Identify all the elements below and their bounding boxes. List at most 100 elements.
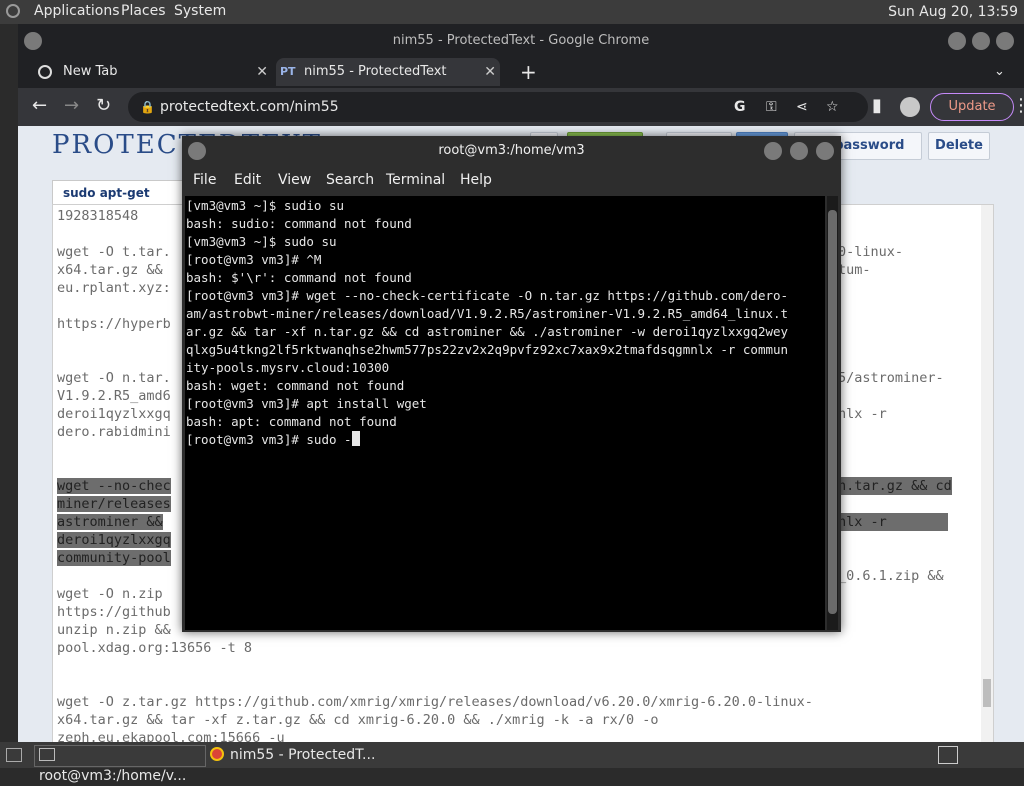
close-tab-icon[interactable]: ✕ xyxy=(484,58,496,86)
tab-label: nim55 - ProtectedText xyxy=(304,64,447,79)
menu-search[interactable]: Search xyxy=(326,172,374,188)
terminal-output[interactable]: [vm3@vm3 ~]$ sudio su bash: sudio: comma… xyxy=(185,196,825,630)
doc-line: x64.tar.gz && tar -xf z.tar.gz && cd xmr… xyxy=(57,712,659,728)
doc-line: https://github xyxy=(57,604,171,620)
terminal-cursor xyxy=(351,431,360,446)
doc-fragment: 5/astrominer- xyxy=(838,370,944,386)
doc-line: unzip n.zip && xyxy=(57,622,171,638)
chrome-icon xyxy=(210,747,224,761)
menu-help[interactable]: Help xyxy=(460,172,492,188)
forward-arrow-icon[interactable]: → xyxy=(64,95,79,116)
tab-label: New Tab xyxy=(63,64,118,79)
terminal-line: bash: $'\r': command not found xyxy=(186,270,412,285)
doc-fragment: _0.6.1.zip && xyxy=(838,568,944,584)
document-scroll-thumb[interactable] xyxy=(983,679,991,707)
minimize-icon[interactable] xyxy=(764,142,782,160)
doc-right-fragments: 0-linux- tum- 5/astrominer- nlx -r n.tar… xyxy=(838,243,952,585)
minimize-icon[interactable] xyxy=(948,32,966,50)
document-scrollbar[interactable] xyxy=(981,205,993,742)
tab-new-tab[interactable]: New Tab ✕ xyxy=(38,58,268,86)
chrome-icon xyxy=(38,65,52,79)
applications-menu[interactable]: Applications xyxy=(34,3,120,19)
close-window-icon[interactable] xyxy=(996,32,1014,50)
key-icon[interactable]: ⚿ xyxy=(766,92,777,122)
terminal-text[interactable]: [vm3@vm3 ~]$ sudio su bash: sudio: comma… xyxy=(185,196,825,449)
doc-line: https://hyperb xyxy=(57,316,171,332)
workspace-switcher-icon[interactable] xyxy=(938,746,958,764)
places-menu[interactable]: Places xyxy=(121,3,166,19)
doc-fragment: tum- xyxy=(838,262,871,278)
new-tab-plus-icon[interactable]: + xyxy=(520,58,537,86)
doc-fragment: 0-linux- xyxy=(838,244,904,260)
taskbar: root@vm3:/home/v... nim55 - ProtectedT..… xyxy=(0,742,1024,784)
terminal-prompt[interactable]: [root@vm3 vm3]# sudo - xyxy=(186,432,352,447)
profile-avatar-icon[interactable] xyxy=(900,97,920,117)
terminal-line: bash: apt: command not found xyxy=(186,414,397,429)
maximize-icon[interactable] xyxy=(972,32,990,50)
terminal-window: root@vm3:/home/vm3 File Edit View Search… xyxy=(182,136,841,632)
bookmark-star-icon[interactable]: ☆ xyxy=(826,92,839,122)
terminal-line: ar.gz && tar -xf n.tar.gz && cd astromin… xyxy=(186,324,789,339)
close-tab-icon[interactable]: ✕ xyxy=(256,58,268,86)
terminal-scroll-thumb[interactable] xyxy=(828,210,837,614)
url-text[interactable]: protectedtext.com/nim55 xyxy=(160,92,339,122)
more-menu-icon[interactable]: ⋮ xyxy=(1012,95,1024,116)
terminal-line: bash: wget: command not found xyxy=(186,378,405,393)
side-panel-icon[interactable]: ▮ xyxy=(872,95,882,116)
doc-fragment: nlx -r xyxy=(838,406,887,422)
menu-terminal[interactable]: Terminal xyxy=(386,172,445,188)
doc-line: community-pool xyxy=(57,550,171,566)
terminal-icon xyxy=(39,748,55,761)
doc-line: x64.tar.gz && xyxy=(57,262,163,278)
tab-search-chevron-icon[interactable]: ⌄ xyxy=(994,58,1005,86)
doc-line: zeph.eu.ekapool.com:15666 -u xyxy=(57,730,285,742)
task-chrome[interactable]: nim55 - ProtectedT... xyxy=(206,745,380,765)
lock-icon[interactable]: 🔒 xyxy=(140,92,155,122)
terminal-line: [vm3@vm3 ~]$ sudo su xyxy=(186,234,337,249)
doc-line: wget --no-chec xyxy=(57,478,171,494)
tab-protectedtext[interactable]: PT nim55 - ProtectedText ✕ xyxy=(276,58,500,86)
doc-line: deroi1qyzlxxgq xyxy=(57,532,171,548)
reload-icon[interactable]: ↻ xyxy=(96,95,111,116)
delete-button[interactable]: Delete xyxy=(928,132,990,160)
doc-line: wget -O z.tar.gz https://github.com/xmri… xyxy=(57,694,813,710)
task-terminal[interactable]: root@vm3:/home/v... xyxy=(34,745,206,784)
address-bar[interactable]: 🔒 protectedtext.com/nim55 G ⚿ ⋖ ☆ xyxy=(128,92,868,122)
terminal-line: qlxg5u4tkng2lf5rktwanqhse2hwm577ps22zv2x… xyxy=(186,342,789,357)
google-icon[interactable]: G xyxy=(734,92,746,122)
menu-file[interactable]: File xyxy=(193,172,216,188)
system-menu[interactable]: System xyxy=(174,3,226,19)
protectedtext-favicon-icon: PT xyxy=(280,65,296,78)
doc-line: miner/releases xyxy=(57,496,171,512)
terminal-line: [root@vm3 vm3]# apt install wget xyxy=(186,396,427,411)
doc-line: wget -O t.tar. xyxy=(57,244,171,260)
terminal-menubar: File Edit View Search Terminal Help xyxy=(182,168,841,194)
terminal-line: [root@vm3 vm3]# wget --no-check-certific… xyxy=(186,288,789,303)
doc-line: dero.rabidmini xyxy=(57,424,171,440)
terminal-scrollbar[interactable] xyxy=(827,196,838,630)
doc-line: 1928318548 xyxy=(57,208,139,224)
back-arrow-icon[interactable]: ← xyxy=(32,95,47,116)
doc-line: wget -O n.zip xyxy=(57,586,163,602)
maximize-icon[interactable] xyxy=(790,142,808,160)
doc-fragment: nlx -r xyxy=(838,513,948,531)
doc-line: eu.rplant.xyz: xyxy=(57,280,171,296)
menu-view[interactable]: View xyxy=(278,172,311,188)
menu-edit[interactable]: Edit xyxy=(234,172,261,188)
close-window-icon[interactable] xyxy=(816,142,834,160)
terminal-line: ity-pools.mysrv.cloud:10300 xyxy=(186,360,390,375)
doc-fragment: n.tar.gz && cd xyxy=(838,477,952,495)
doc-line: astrominer && xyxy=(57,514,163,530)
show-desktop-icon[interactable] xyxy=(6,748,22,762)
system-logo-icon[interactable] xyxy=(6,4,20,18)
document-tab[interactable]: sudo apt-get insta... xyxy=(52,180,192,224)
share-icon[interactable]: ⋖ xyxy=(796,92,808,122)
doc-line: pool.xdag.org:13656 -t 8 xyxy=(57,640,253,656)
task-label: nim55 - ProtectedT... xyxy=(230,747,376,763)
terminal-title: root@vm3:/home/vm3 xyxy=(438,143,585,158)
window-menu-icon[interactable] xyxy=(24,32,42,50)
clock[interactable]: Sun Aug 20, 13:59 xyxy=(888,4,1018,20)
update-button[interactable]: Update xyxy=(930,93,1014,121)
tab-bar: New Tab ✕ PT nim55 - ProtectedText ✕ + ⌄ xyxy=(18,58,1024,86)
terminal-line: [root@vm3 vm3]# ^M xyxy=(186,252,322,267)
